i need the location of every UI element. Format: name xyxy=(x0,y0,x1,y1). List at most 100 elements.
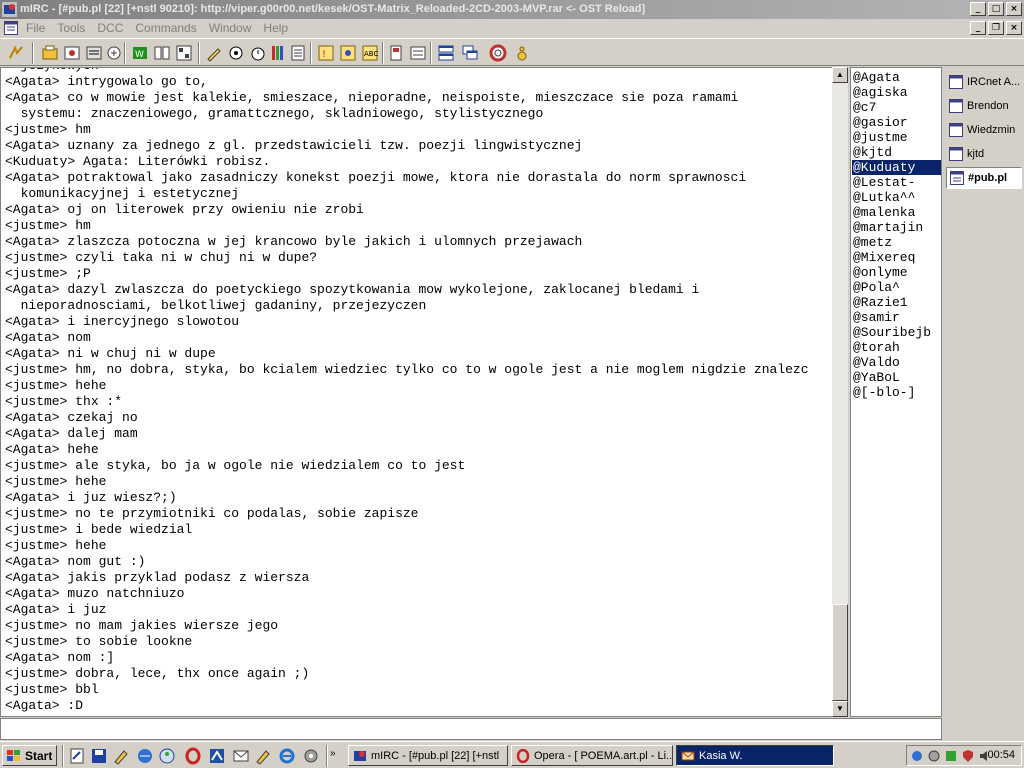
tray-network-icon[interactable] xyxy=(910,749,924,763)
nick-item[interactable]: @torah xyxy=(852,340,941,355)
nick-item[interactable]: @gasior xyxy=(852,115,941,130)
quicklaunch-ie-icon[interactable] xyxy=(278,747,296,765)
nick-item[interactable]: @metz xyxy=(852,235,941,250)
connect-icon[interactable] xyxy=(6,43,26,63)
nick-item[interactable]: @justme xyxy=(852,130,941,145)
script-editor-icon[interactable] xyxy=(204,43,224,63)
switch-wiedzmin[interactable]: Wiedzmin xyxy=(946,119,1022,141)
quicklaunch-pencil-icon[interactable] xyxy=(112,747,130,765)
nick-item[interactable]: @c7 xyxy=(852,100,941,115)
help-lifebuoy-icon[interactable] xyxy=(488,43,508,63)
nick-item[interactable]: @Pola^ xyxy=(852,280,941,295)
menu-file[interactable]: File xyxy=(26,19,51,37)
child-restore-button[interactable]: ❐ xyxy=(988,21,1004,35)
nick-item[interactable]: @onlyme xyxy=(852,265,941,280)
nick-item[interactable]: @Kuduaty xyxy=(852,160,941,175)
quicklaunch-mail-icon[interactable] xyxy=(232,747,250,765)
task-label: mIRC - [#pub.pl [22] [+nstl xyxy=(371,749,500,762)
chat-line: <Agata> intrygowalo go to, xyxy=(5,74,208,89)
log-viewer-icon[interactable] xyxy=(268,43,288,63)
chat-line: <justme> no te przymiotniki co podalas, … xyxy=(5,506,419,521)
switch-kjtd[interactable]: kjtd xyxy=(946,143,1022,165)
notify-list-icon[interactable] xyxy=(288,43,308,63)
opera-task-icon xyxy=(516,748,530,763)
popups-icon[interactable]: ABC xyxy=(360,43,380,63)
nick-item[interactable]: @Lutka^^ xyxy=(852,190,941,205)
message-input[interactable] xyxy=(0,718,942,740)
colors-icon[interactable] xyxy=(226,43,246,63)
dcc-chat-icon[interactable] xyxy=(152,43,172,63)
dcc-list-icon[interactable] xyxy=(174,43,194,63)
quicklaunch-messenger-icon[interactable] xyxy=(158,747,176,765)
start-button[interactable]: Start xyxy=(2,745,57,766)
channel-list-icon[interactable] xyxy=(84,43,104,63)
switch-brendon[interactable]: Brendon xyxy=(946,95,1022,117)
channel-window-icon[interactable] xyxy=(4,21,18,35)
menu-tools[interactable]: Tools xyxy=(57,19,91,37)
maximize-button[interactable]: □ xyxy=(988,2,1004,16)
nick-item[interactable]: @Mixereq xyxy=(852,250,941,265)
options-icon[interactable] xyxy=(40,43,60,63)
nick-item[interactable]: @YaBoL xyxy=(852,370,941,385)
nick-item[interactable]: @Souribejb xyxy=(852,325,941,340)
favorites-icon[interactable] xyxy=(62,43,82,63)
quicklaunch-opera-icon[interactable] xyxy=(184,747,202,765)
title-bar[interactable]: mIRC - [#pub.pl [22] [+nstl 90210]: http… xyxy=(0,0,1024,19)
nick-item[interactable]: @Razie1 xyxy=(852,295,941,310)
query-window-icon xyxy=(949,147,963,161)
minimize-button[interactable]: _ xyxy=(970,2,986,16)
task-kasia[interactable]: Kasia W. xyxy=(676,745,834,766)
task-mirc[interactable]: mIRC - [#pub.pl [22] [+nstl xyxy=(348,745,508,766)
quicklaunch-overflow-icon[interactable]: » xyxy=(330,748,336,759)
nick-item[interactable]: @malenka xyxy=(852,205,941,220)
switch-ircnet[interactable]: IRCnet A... xyxy=(946,71,1022,93)
received-files-icon[interactable] xyxy=(386,43,406,63)
timer-icon[interactable] xyxy=(248,43,268,63)
aliases-icon[interactable] xyxy=(338,43,358,63)
mirc-app-icon[interactable] xyxy=(2,2,17,17)
chat-window[interactable]: jezykowych<Agata> intrygowalo go to,<Aga… xyxy=(0,67,832,717)
menu-commands[interactable]: Commands xyxy=(135,19,202,37)
menu-window[interactable]: Window xyxy=(209,19,258,37)
urls-icon[interactable] xyxy=(408,43,428,63)
switch-pub-pl[interactable]: #pub.pl xyxy=(946,167,1022,189)
quicklaunch-notepad-icon[interactable] xyxy=(68,747,86,765)
chat-line: komunikacyjnej i estetycznej xyxy=(5,186,240,201)
scroll-up-arrow[interactable]: ▲ xyxy=(832,67,848,83)
nick-item[interactable]: @martajin xyxy=(852,220,941,235)
about-icon[interactable] xyxy=(512,43,532,63)
quicklaunch-settings-icon[interactable] xyxy=(302,747,320,765)
nick-item[interactable]: @Valdo xyxy=(852,355,941,370)
tray-shield-icon[interactable] xyxy=(961,749,975,763)
nick-item[interactable]: @[-blo-] xyxy=(852,385,941,400)
menu-dcc[interactable]: DCC xyxy=(97,19,129,37)
close-button[interactable]: × xyxy=(1006,2,1022,16)
quicklaunch-save-icon[interactable] xyxy=(90,747,108,765)
nick-list[interactable]: @Agata @agiska @c7 @gasior @justme @kjtd @Kudu… xyxy=(850,67,942,717)
switch-label: #pub.pl xyxy=(968,172,1008,184)
nick-item[interactable]: @Agata xyxy=(852,70,941,85)
child-close-button[interactable]: × xyxy=(1006,21,1022,35)
dcc-send-icon[interactable]: W xyxy=(130,43,150,63)
menu-help[interactable]: Help xyxy=(263,19,294,37)
scroll-down-arrow[interactable]: ▼ xyxy=(832,701,848,717)
quicklaunch-pencil-icon[interactable] xyxy=(254,747,272,765)
cascade-windows-icon[interactable] xyxy=(460,43,480,63)
task-opera[interactable]: Opera - [ POEMA.art.pl - Li... xyxy=(511,745,673,766)
child-minimize-button[interactable]: _ xyxy=(970,21,986,35)
chat-scrollbar[interactable]: ▲ ▼ xyxy=(832,67,848,717)
tray-gear-icon[interactable] xyxy=(927,749,941,763)
nick-item[interactable]: @Lestat- xyxy=(852,175,941,190)
scroll-thumb[interactable] xyxy=(832,604,848,701)
nick-item[interactable]: @agiska xyxy=(852,85,941,100)
remote-icon[interactable]: ! xyxy=(316,43,336,63)
quicklaunch-globe-icon[interactable] xyxy=(136,747,154,765)
tray-app-icon[interactable] xyxy=(944,749,958,763)
nick-item[interactable]: @kjtd xyxy=(852,145,941,160)
quicklaunch-app-icon[interactable] xyxy=(208,747,226,765)
task-label: Kasia W. xyxy=(699,749,743,762)
tile-windows-icon[interactable] xyxy=(436,43,456,63)
nick-item[interactable]: @samir xyxy=(852,310,941,325)
chat-line: <Agata> i inercyjnego slowotou xyxy=(5,314,240,329)
address-book-icon[interactable] xyxy=(104,43,124,63)
